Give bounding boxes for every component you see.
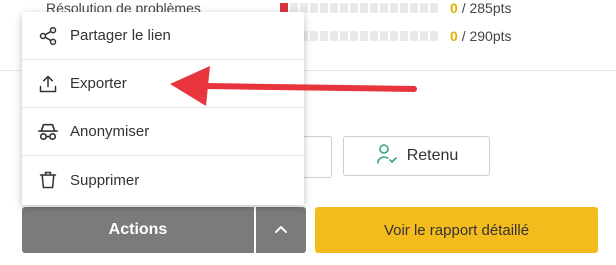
menu-item-share[interactable]: Partager le lien: [22, 12, 304, 60]
menu-item-label: Partager le lien: [70, 27, 171, 44]
actions-button-label: Actions: [108, 221, 168, 238]
score-points: 0 / 285pts: [450, 0, 512, 16]
menu-item-label: Anonymiser: [70, 123, 150, 140]
incognito-icon: [36, 120, 60, 144]
report-button-label: Voir le rapport détaillé: [383, 221, 530, 239]
menu-item-anonymize[interactable]: Anonymiser: [22, 108, 304, 156]
menu-item-delete[interactable]: Supprimer: [22, 156, 304, 204]
actions-button[interactable]: Actions: [22, 207, 254, 253]
actions-toggle-button[interactable]: [256, 207, 306, 253]
retenu-label: Retenu: [406, 147, 459, 164]
menu-item-label: Supprimer: [70, 171, 140, 189]
share-icon: [36, 24, 60, 48]
retenu-button[interactable]: Retenu: [343, 136, 490, 176]
upload-icon: [36, 72, 60, 96]
score-points: 0 / 290pts: [450, 28, 512, 44]
menu-item-label: Exporter: [70, 75, 127, 92]
chevron-up-icon: [274, 221, 288, 239]
detailed-report-button[interactable]: Voir le rapport détaillé: [315, 207, 598, 253]
annotation-arrow: [166, 64, 418, 113]
user-check-icon: [375, 142, 399, 171]
trash-icon: [36, 168, 60, 192]
